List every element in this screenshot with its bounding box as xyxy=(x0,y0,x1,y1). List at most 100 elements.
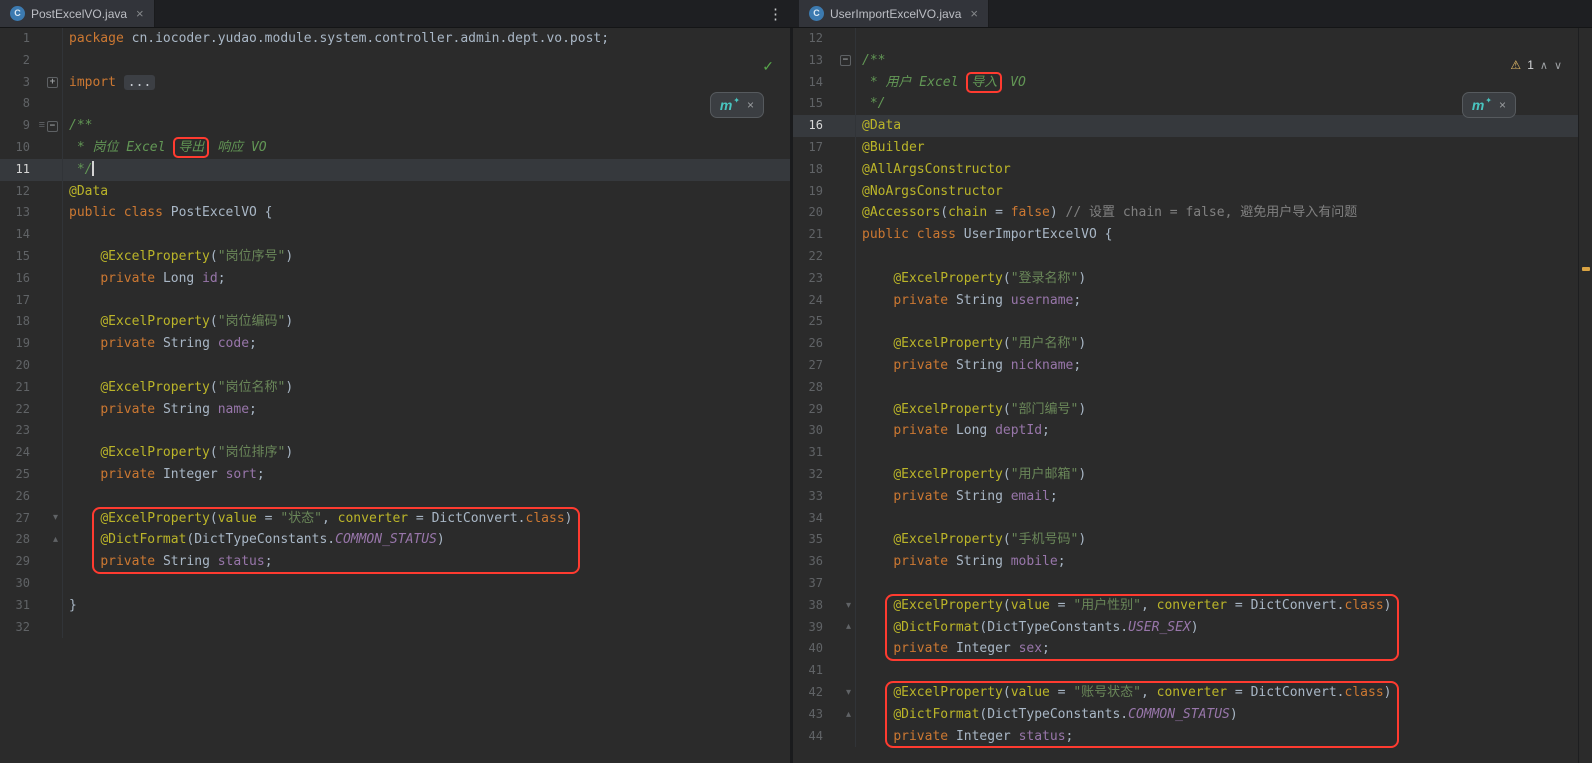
close-icon[interactable]: × xyxy=(1499,98,1506,112)
chevron-up-icon[interactable]: ∧ xyxy=(1540,59,1548,72)
code-line[interactable]: 15 */ xyxy=(793,93,1578,115)
line-number[interactable]: 38 xyxy=(793,595,829,617)
chevron-down-icon[interactable]: ∨ xyxy=(1554,59,1562,72)
code-line[interactable]: 42▾ @ExcelProperty(value = "账号状态", conve… xyxy=(793,682,1578,704)
line-number[interactable]: 33 xyxy=(793,486,829,508)
fold-icon[interactable]: ▾ xyxy=(53,513,58,523)
code-line[interactable]: 1package cn.iocoder.yudao.module.system.… xyxy=(0,28,790,50)
line-number[interactable]: 34 xyxy=(793,508,829,530)
line-number[interactable]: 15 xyxy=(793,93,829,115)
close-icon[interactable]: × xyxy=(970,6,978,21)
line-number[interactable]: 30 xyxy=(793,420,829,442)
line-number[interactable]: 15 xyxy=(0,246,36,268)
line-number[interactable]: 28 xyxy=(793,377,829,399)
line-number[interactable]: 17 xyxy=(0,290,36,312)
code-line[interactable]: 10 * 岗位 Excel 导出 响应 VO xyxy=(0,137,790,159)
code-line[interactable]: 13public class PostExcelVO { xyxy=(0,202,790,224)
code-line[interactable]: 34 xyxy=(793,508,1578,530)
code-line[interactable]: 8 xyxy=(0,93,790,115)
fold-icon[interactable]: ▾ xyxy=(846,688,851,698)
code-line[interactable]: 16@Data xyxy=(793,115,1578,137)
code-line[interactable]: 16 private Long id; xyxy=(0,268,790,290)
fold-icon[interactable]: ▴ xyxy=(846,622,851,632)
code-line[interactable]: 30 private Long deptId; xyxy=(793,420,1578,442)
code-line[interactable]: 27 private String nickname; xyxy=(793,355,1578,377)
line-number[interactable]: 10 xyxy=(0,137,36,159)
line-number[interactable]: 21 xyxy=(0,377,36,399)
code-line[interactable]: 17@Builder xyxy=(793,137,1578,159)
code-line[interactable]: 22 xyxy=(793,246,1578,268)
line-number[interactable]: 3 xyxy=(0,72,36,94)
code-line[interactable]: 43▴ @DictFormat(DictTypeConstants.COMMON… xyxy=(793,704,1578,726)
line-number[interactable]: 23 xyxy=(793,268,829,290)
code-line[interactable]: 15 @ExcelProperty("岗位序号") xyxy=(0,246,790,268)
code-line[interactable]: 38▾ @ExcelProperty(value = "用户性别", conve… xyxy=(793,595,1578,617)
code-line[interactable]: 37 xyxy=(793,573,1578,595)
fold-icon[interactable]: ▴ xyxy=(846,710,851,720)
line-number[interactable]: 41 xyxy=(793,660,829,682)
code-line[interactable]: 11 */ xyxy=(0,159,790,181)
line-number[interactable]: 16 xyxy=(0,268,36,290)
line-number[interactable]: 31 xyxy=(0,595,36,617)
line-number[interactable]: 1 xyxy=(0,28,36,50)
ai-assistant-widget[interactable]: m✦ × xyxy=(1462,92,1516,118)
code-line[interactable]: 22 private String name; xyxy=(0,399,790,421)
code-line[interactable]: 29 private String status; xyxy=(0,551,790,573)
code-line[interactable]: 19@NoArgsConstructor xyxy=(793,181,1578,203)
line-number[interactable]: 22 xyxy=(0,399,36,421)
fold-icon[interactable]: − xyxy=(840,55,851,66)
code-editor[interactable]: 1213−/**14 * 用户 Excel 导入 VO15 */16@Data1… xyxy=(793,28,1578,763)
code-line[interactable]: 32 @ExcelProperty("用户邮箱") xyxy=(793,464,1578,486)
line-number[interactable]: 14 xyxy=(0,224,36,246)
fold-icon[interactable]: ▴ xyxy=(53,535,58,545)
line-number[interactable]: 32 xyxy=(793,464,829,486)
code-line[interactable]: 28▴ @DictFormat(DictTypeConstants.COMMON… xyxy=(0,529,790,551)
line-number[interactable]: 20 xyxy=(793,202,829,224)
line-number[interactable]: 24 xyxy=(793,290,829,312)
code-editor[interactable]: 1package cn.iocoder.yudao.module.system.… xyxy=(0,28,790,763)
line-number[interactable]: 25 xyxy=(793,311,829,333)
line-number[interactable]: 27 xyxy=(793,355,829,377)
code-line[interactable]: 25 xyxy=(793,311,1578,333)
inspections-widget[interactable]: ⚠ 1 ∧ ∨ xyxy=(1510,58,1562,72)
line-number[interactable]: 18 xyxy=(793,159,829,181)
line-number[interactable]: 2 xyxy=(0,50,36,72)
code-line[interactable]: 24 private String username; xyxy=(793,290,1578,312)
code-line[interactable]: 21 @ExcelProperty("岗位名称") xyxy=(0,377,790,399)
code-line[interactable]: 23 xyxy=(0,420,790,442)
code-line[interactable]: 32 xyxy=(0,617,790,639)
line-number[interactable]: 40 xyxy=(793,638,829,660)
line-number[interactable]: 42 xyxy=(793,682,829,704)
line-number[interactable]: 24 xyxy=(0,442,36,464)
code-line[interactable]: 18 @ExcelProperty("岗位编码") xyxy=(0,311,790,333)
code-line[interactable]: 17 xyxy=(0,290,790,312)
warning-stripe-mark[interactable] xyxy=(1582,267,1590,271)
code-line[interactable]: 25 private Integer sort; xyxy=(0,464,790,486)
line-number[interactable]: 18 xyxy=(0,311,36,333)
line-number[interactable]: 12 xyxy=(0,181,36,203)
line-number[interactable]: 37 xyxy=(793,573,829,595)
error-stripe-scrollbar[interactable] xyxy=(1578,28,1592,763)
code-line[interactable]: 29 @ExcelProperty("部门编号") xyxy=(793,399,1578,421)
line-number[interactable]: 16 xyxy=(793,115,829,137)
code-line[interactable]: 13−/** xyxy=(793,50,1578,72)
line-number[interactable]: 19 xyxy=(0,333,36,355)
line-number[interactable]: 20 xyxy=(0,355,36,377)
close-icon[interactable]: × xyxy=(747,98,754,112)
line-number[interactable]: 17 xyxy=(793,137,829,159)
line-number[interactable]: 13 xyxy=(793,50,829,72)
code-line[interactable]: 31} xyxy=(0,595,790,617)
tab-userimportexcelvo[interactable]: C UserImportExcelVO.java × xyxy=(799,0,989,27)
line-number[interactable]: 26 xyxy=(0,486,36,508)
code-line[interactable]: 14 * 用户 Excel 导入 VO xyxy=(793,72,1578,94)
line-number[interactable]: 31 xyxy=(793,442,829,464)
code-line[interactable]: 39▴ @DictFormat(DictTypeConstants.USER_S… xyxy=(793,617,1578,639)
code-line[interactable]: 31 xyxy=(793,442,1578,464)
line-number[interactable]: 28 xyxy=(0,529,36,551)
line-number[interactable]: 21 xyxy=(793,224,829,246)
line-number[interactable]: 11 xyxy=(0,159,36,181)
line-number[interactable]: 30 xyxy=(0,573,36,595)
code-line[interactable]: 2 xyxy=(0,50,790,72)
code-line[interactable]: 27▾ @ExcelProperty(value = "状态", convert… xyxy=(0,508,790,530)
code-line[interactable]: 21public class UserImportExcelVO { xyxy=(793,224,1578,246)
